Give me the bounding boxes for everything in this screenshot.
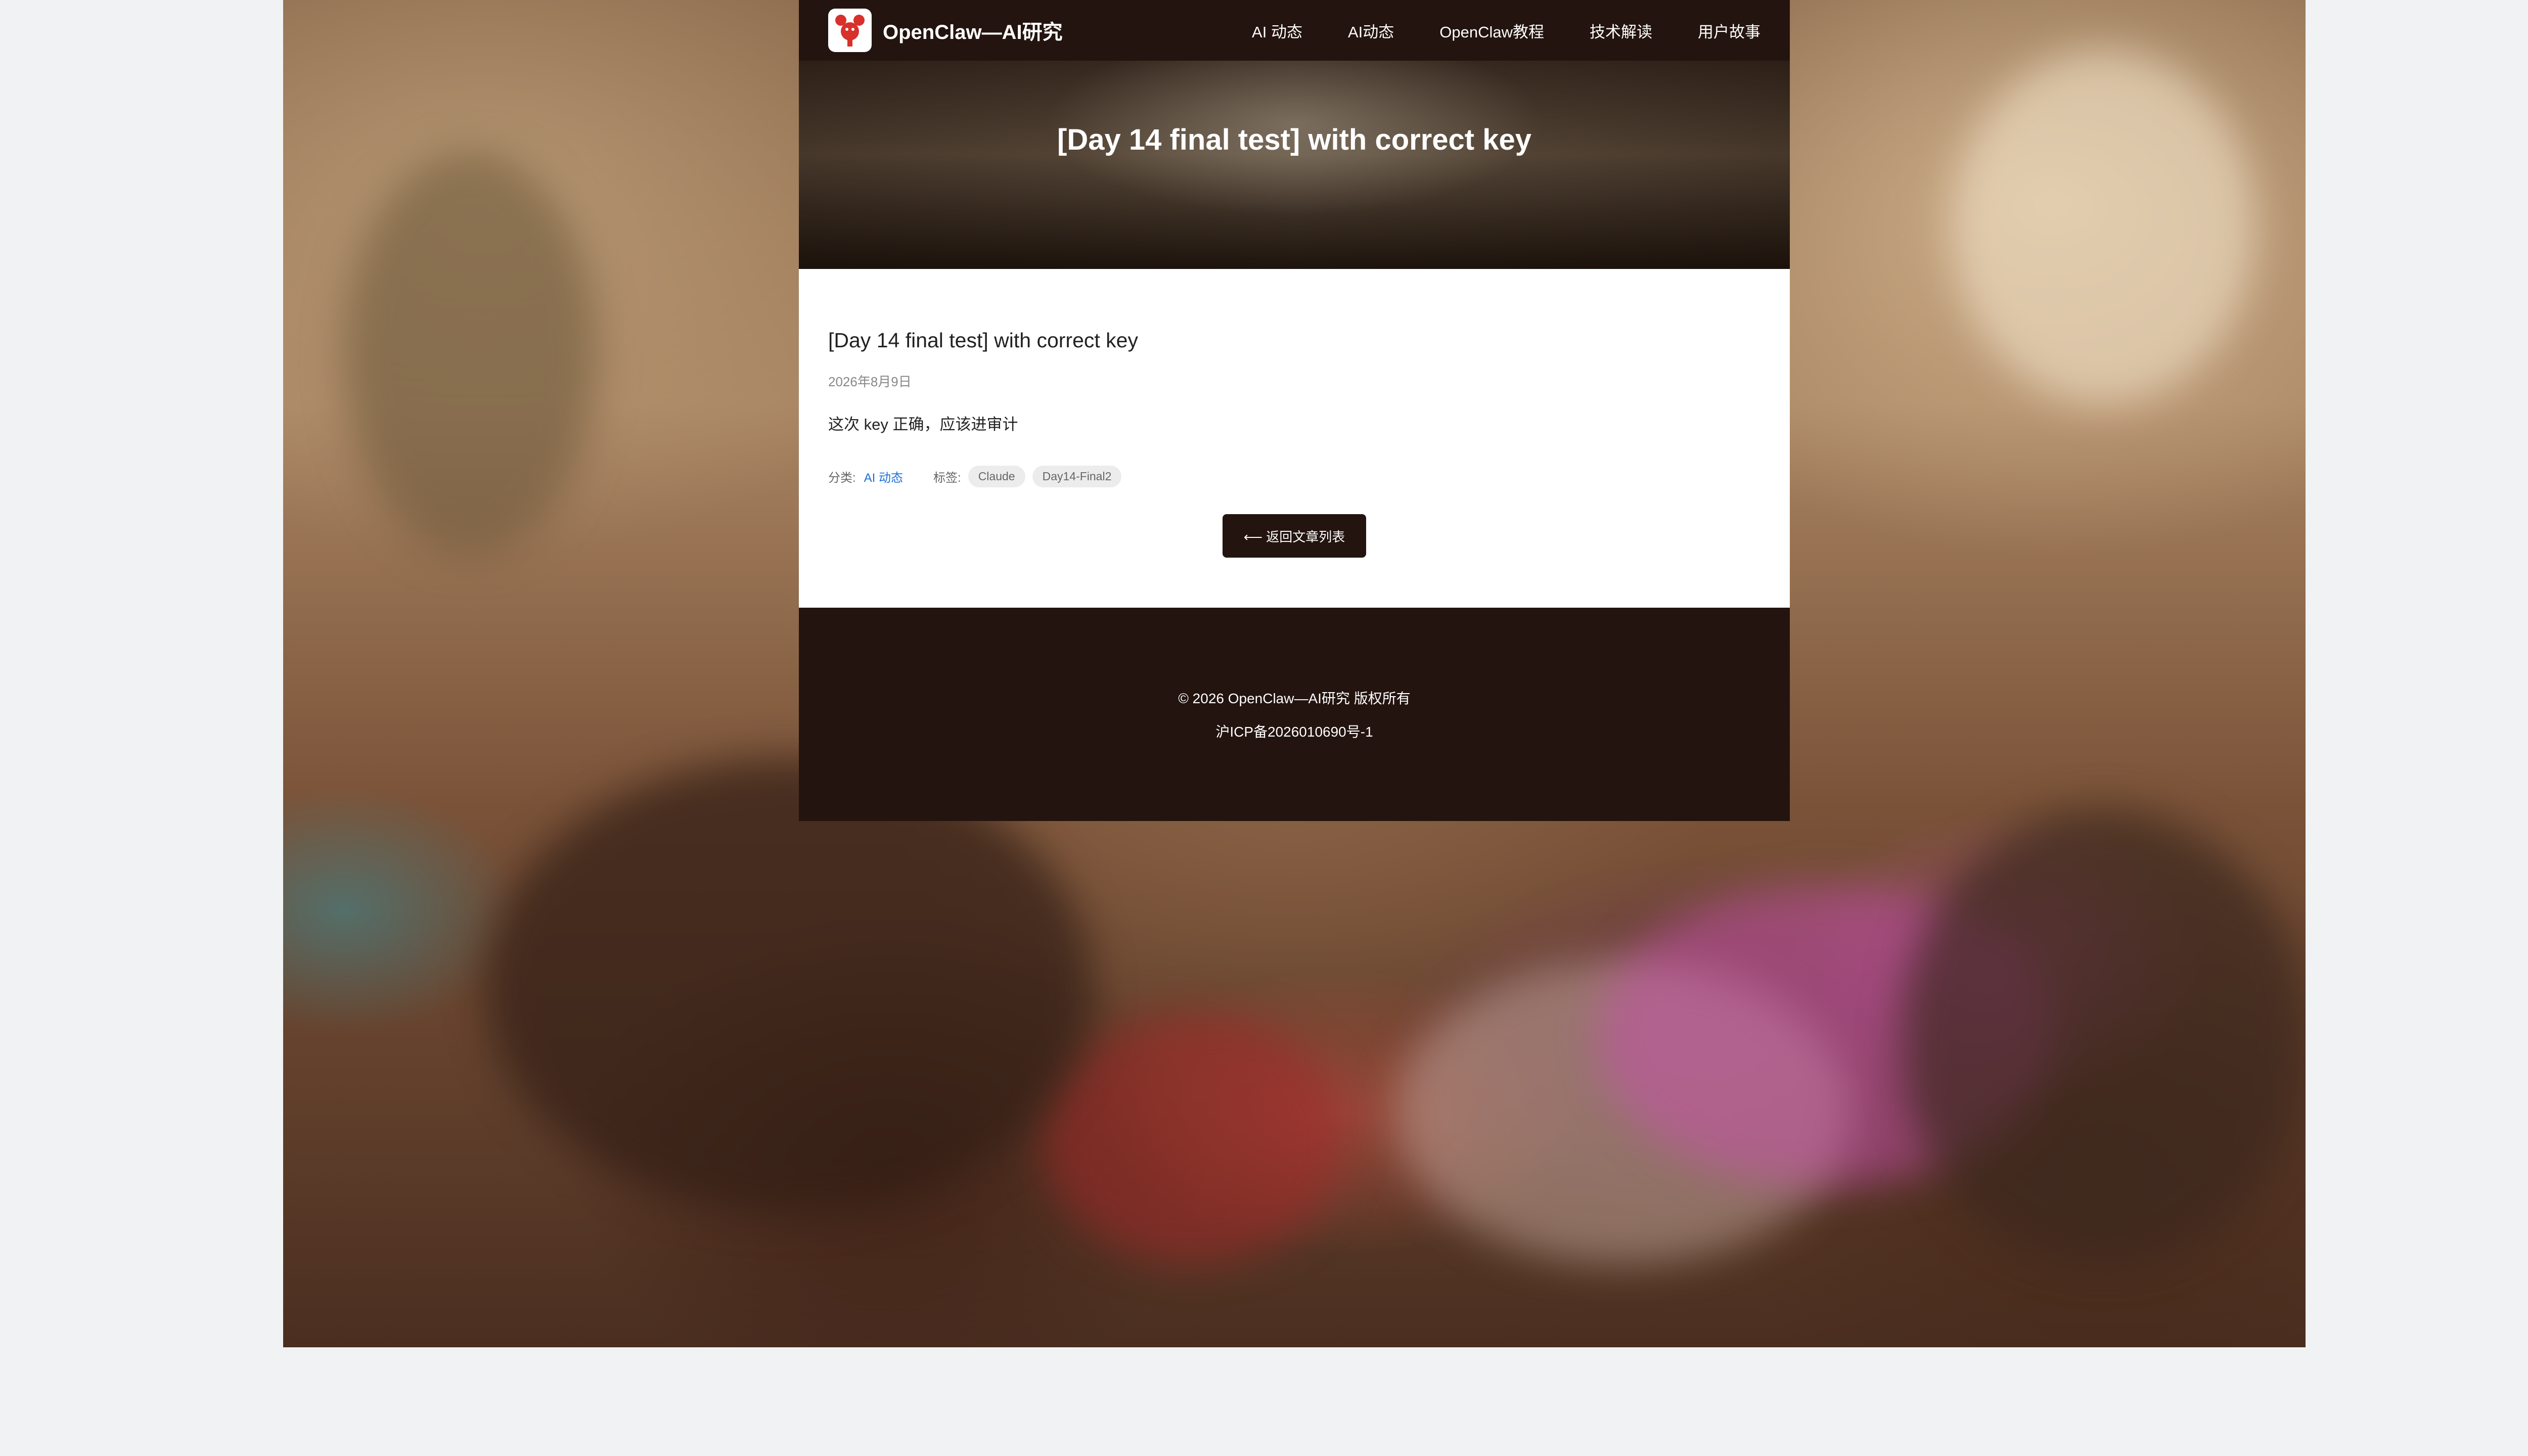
article-meta: 分类: AI 动态 标签: Claude Day14-Final2 (828, 466, 1760, 487)
article-title: [Day 14 final test] with correct key (828, 329, 1138, 352)
navbar: OpenClaw—AI研究 AI 动态 AI动态 OpenClaw教程 技术解读… (799, 0, 1790, 61)
lobster-logo-icon[interactable] (828, 9, 872, 52)
article-card: [Day 14 final test] with correct key 202… (799, 269, 1790, 608)
nav-item-openclaw-tutorial[interactable]: OpenClaw教程 (1439, 19, 1544, 42)
tag-day14-final2[interactable]: Day14-Final2 (1032, 466, 1122, 487)
hero-banner: [Day 14 final test] with correct key (799, 61, 1790, 269)
category-label: 分类: (828, 471, 856, 485)
nav-item-user-stories[interactable]: 用户故事 (1698, 19, 1760, 42)
footer-icp[interactable]: 沪ICP备2026010690号-1 (1215, 721, 1373, 741)
back-to-list-button[interactable]: ⟵ 返回文章列表 (1223, 514, 1366, 558)
category-link[interactable]: AI 动态 (864, 468, 903, 485)
article-body: 这次 key 正确，应该进审计 (828, 416, 1018, 433)
hero-title: [Day 14 final test] with correct key (1057, 123, 1531, 156)
footer: © 2026 OpenClaw—AI研究 版权所有 沪ICP备202601069… (799, 608, 1790, 821)
nav-item-ai-news-2[interactable]: AI动态 (1348, 19, 1394, 42)
main-nav: AI 动态 AI动态 OpenClaw教程 技术解读 用户故事 (1252, 19, 1760, 42)
nav-item-ai-news[interactable]: AI 动态 (1252, 19, 1302, 42)
article-date: 2026年8月9日 (828, 374, 912, 389)
tag-claude[interactable]: Claude (968, 466, 1025, 487)
nav-item-tech-analysis[interactable]: 技术解读 (1590, 19, 1652, 42)
footer-copyright: © 2026 OpenClaw—AI研究 版权所有 (1178, 691, 1411, 706)
site-brand[interactable]: OpenClaw—AI研究 (883, 16, 1063, 45)
tags-label: 标签: (933, 471, 961, 485)
main-column: OpenClaw—AI研究 AI 动态 AI动态 OpenClaw教程 技术解读… (799, 0, 1790, 821)
